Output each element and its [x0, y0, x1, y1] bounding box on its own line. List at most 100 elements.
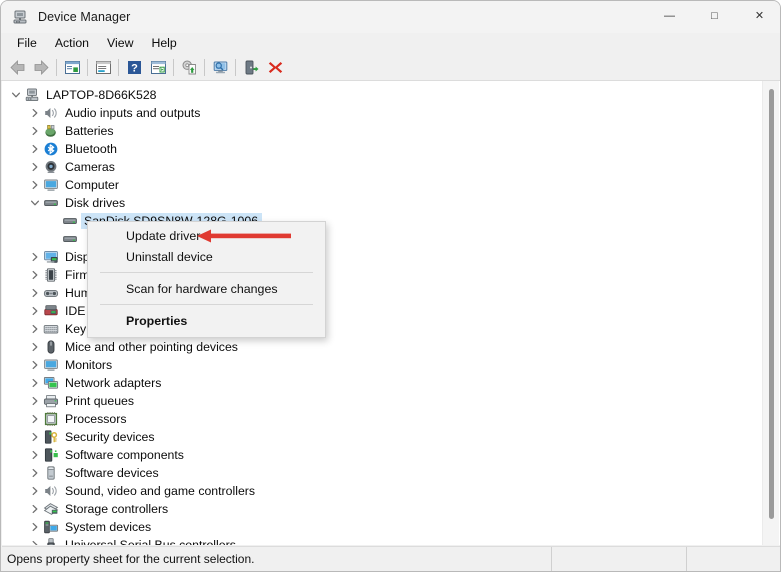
chevron-right-icon[interactable] — [27, 159, 43, 175]
menu-view[interactable]: View — [98, 34, 142, 53]
chevron-down-icon[interactable] — [8, 87, 24, 103]
menu-action[interactable]: Action — [46, 34, 98, 53]
vertical-scrollbar[interactable] — [762, 81, 779, 545]
chevron-down-icon[interactable] — [27, 195, 43, 211]
monitor-icon — [43, 177, 60, 193]
toolbar-show-hide-console-tree[interactable] — [60, 56, 84, 79]
chevron-right-icon[interactable] — [27, 519, 43, 535]
tree-item[interactable]: Print queues — [2, 392, 759, 410]
tree-item-label: Universal Serial Bus controllers — [65, 538, 236, 545]
tree-item[interactable]: Software components — [2, 446, 759, 464]
toolbar-separator — [235, 59, 236, 76]
tree-item[interactable]: Computer — [2, 176, 759, 194]
toolbar-separator — [118, 59, 119, 76]
ctx-properties[interactable]: Properties — [88, 310, 325, 331]
maximize-icon: □ — [711, 11, 718, 22]
menu-help[interactable]: Help — [142, 34, 185, 53]
tree-item-label: Storage controllers — [65, 502, 168, 516]
chevron-right-icon[interactable] — [27, 429, 43, 445]
tree-item[interactable]: Monitors — [2, 356, 759, 374]
chevron-right-icon[interactable] — [27, 123, 43, 139]
chevron-right-icon[interactable] — [27, 501, 43, 517]
toolbar-separator — [173, 59, 174, 76]
toolbar-help[interactable]: ? — [122, 56, 146, 79]
toolbar-properties[interactable] — [91, 56, 115, 79]
tree-item[interactable]: Cameras — [2, 158, 759, 176]
forward-arrow-icon — [33, 59, 50, 76]
ctx-uninstall-device[interactable]: Uninstall device — [88, 246, 325, 267]
tree-item-label: LAPTOP-8D66K528 — [46, 88, 157, 102]
firmware-icon — [43, 267, 60, 283]
minimize-button[interactable]: — — [647, 1, 692, 32]
device-manager-window: Device Manager — □ ✕ FileActionViewHelp … — [0, 0, 781, 572]
toolbar-separator — [204, 59, 205, 76]
ctx-update-driver[interactable]: Update driver — [88, 225, 325, 246]
back-arrow-icon — [9, 59, 26, 76]
status-bar-text: Opens property sheet for the current sel… — [2, 552, 551, 566]
ctx-scan-hardware-changes[interactable]: Scan for hardware changes — [88, 278, 325, 299]
tree-item[interactable]: System devices — [2, 518, 759, 536]
tree-item[interactable]: Disk drives — [2, 194, 759, 212]
scan-for-hardware-changes-icon — [212, 59, 229, 76]
tree-item[interactable]: Bluetooth — [2, 140, 759, 158]
context-menu[interactable]: Update driverUninstall device Scan for ha… — [87, 221, 326, 338]
toolbar-back[interactable] — [5, 56, 29, 79]
chevron-right-icon[interactable] — [27, 357, 43, 373]
title-bar-left: Device Manager — [1, 9, 130, 25]
uninstall-device-icon — [267, 59, 284, 76]
chevron-right-icon[interactable] — [27, 537, 43, 545]
computer-root-icon — [24, 87, 41, 103]
window-title: Device Manager — [38, 10, 130, 24]
chevron-right-icon[interactable] — [27, 321, 43, 337]
tree-item[interactable]: Sound, video and game controllers — [2, 482, 759, 500]
toolbar-show-hide-action-pane[interactable] — [146, 56, 170, 79]
maximize-button[interactable]: □ — [692, 1, 737, 32]
tree-item[interactable]: Batteries — [2, 122, 759, 140]
chevron-right-icon[interactable] — [27, 285, 43, 301]
tree-item[interactable]: Software devices — [2, 464, 759, 482]
tree-item[interactable]: Network adapters — [2, 374, 759, 392]
close-button[interactable]: ✕ — [737, 1, 781, 32]
speaker-icon — [43, 483, 60, 499]
software-device-icon — [43, 465, 60, 481]
tree-item-label: Audio inputs and outputs — [65, 106, 200, 120]
menu-file[interactable]: File — [8, 34, 46, 53]
tree-item-label: Batteries — [65, 124, 114, 138]
toolbar-forward[interactable] — [29, 56, 53, 79]
tree-item-label: Monitors — [65, 358, 112, 372]
chevron-right-icon[interactable] — [27, 375, 43, 391]
toolbar-update-driver[interactable] — [177, 56, 201, 79]
chevron-right-icon[interactable] — [27, 339, 43, 355]
chevron-right-icon[interactable] — [27, 447, 43, 463]
chevron-right-icon[interactable] — [27, 267, 43, 283]
chevron-right-icon[interactable] — [27, 303, 43, 319]
tree-item[interactable]: Storage controllers — [2, 500, 759, 518]
toolbar-scan-hardware-changes[interactable] — [208, 56, 232, 79]
scrollbar-thumb[interactable] — [769, 89, 774, 519]
toolbar-uninstall-device[interactable] — [263, 56, 287, 79]
toolbar-separator — [56, 59, 57, 76]
tree-item[interactable]: Security devices — [2, 428, 759, 446]
chevron-right-icon[interactable] — [27, 465, 43, 481]
tree-item[interactable]: Universal Serial Bus controllers — [2, 536, 759, 545]
toolbar-enable-device[interactable] — [239, 56, 263, 79]
svg-text:?: ? — [131, 62, 138, 74]
tree-item-label: Computer — [65, 178, 119, 192]
chevron-right-icon[interactable] — [27, 411, 43, 427]
tree-item-label: Sound, video and game controllers — [65, 484, 255, 498]
tree-item[interactable]: Processors — [2, 410, 759, 428]
storage-controller-icon — [43, 501, 60, 517]
chevron-right-icon[interactable] — [27, 177, 43, 193]
tree-item[interactable]: Audio inputs and outputs — [2, 104, 759, 122]
chevron-right-icon[interactable] — [27, 141, 43, 157]
chevron-right-icon[interactable] — [27, 105, 43, 121]
properties-icon — [95, 59, 112, 76]
tree-root-node[interactable]: LAPTOP-8D66K528 — [2, 86, 759, 104]
monitor-icon — [43, 357, 60, 373]
system-device-icon — [43, 519, 60, 535]
tree-item[interactable]: Mice and other pointing devices — [2, 338, 759, 356]
chevron-right-icon[interactable] — [27, 393, 43, 409]
minimize-icon: — — [664, 11, 675, 22]
chevron-right-icon[interactable] — [27, 249, 43, 265]
chevron-right-icon[interactable] — [27, 483, 43, 499]
